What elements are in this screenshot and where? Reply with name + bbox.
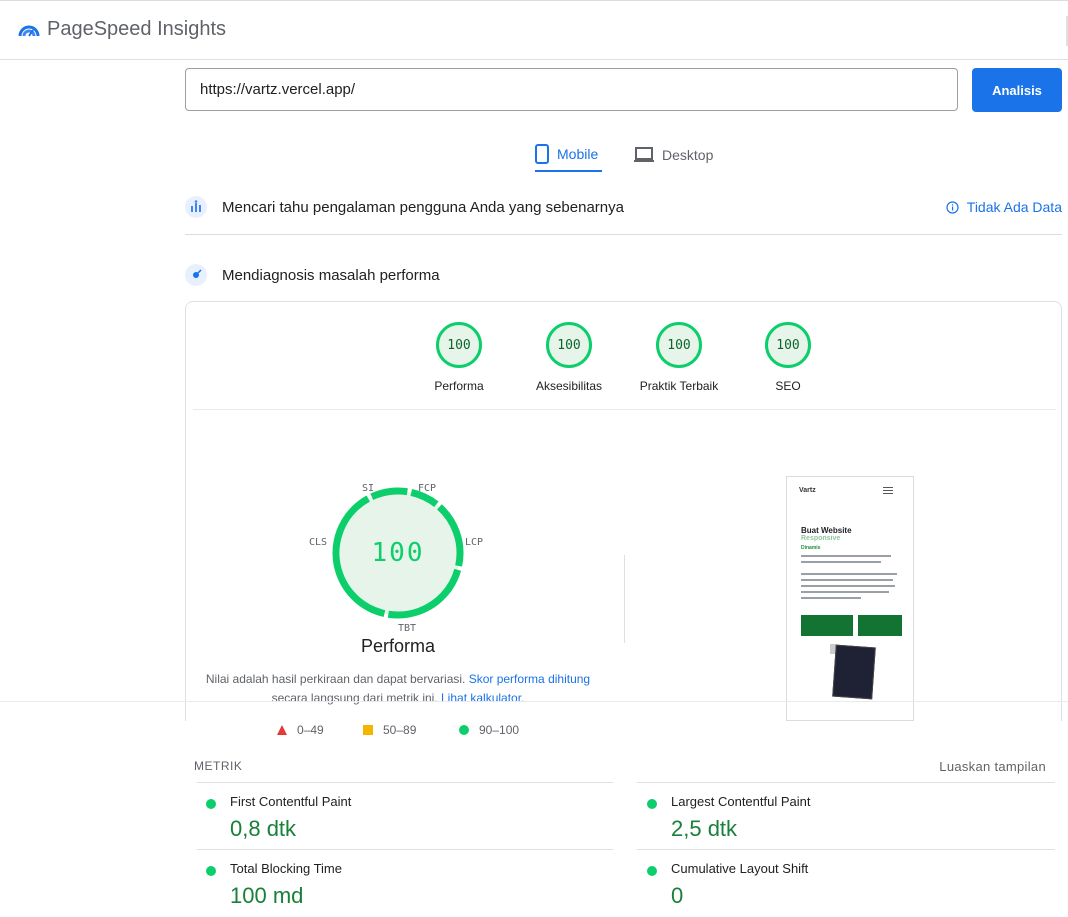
preview-text-line [801, 591, 889, 593]
users-icon [185, 196, 207, 218]
info-icon [946, 200, 959, 214]
circle-icon [459, 725, 469, 735]
preview-text-line [801, 573, 897, 575]
metric-value: 0 [671, 883, 684, 908]
pass-indicator [647, 799, 657, 809]
square-icon [363, 725, 373, 735]
gauge-tag-tbt: TBT [398, 623, 417, 634]
legend-pass-label: 90–100 [479, 723, 520, 737]
card-divider [193, 409, 1056, 410]
preview-menu-icon [883, 487, 893, 494]
metrics-divider [197, 849, 613, 850]
diagnostics-section: Mendiagnosis masalah performa [185, 260, 1062, 290]
gauge-tag-lcp: LCP [465, 537, 484, 548]
tab-mobile[interactable]: Mobile [535, 138, 602, 172]
field-data-title: Mencari tahu pengalaman pengguna Anda ya… [222, 198, 624, 216]
no-data-label: Tidak Ada Data [966, 199, 1062, 215]
triangle-icon [277, 725, 287, 735]
tab-mobile-label: Mobile [557, 146, 599, 162]
viewport-edge [0, 701, 1068, 702]
metric-name: Total Blocking Time [230, 861, 342, 876]
legend-average-label: 50–89 [383, 723, 417, 737]
score-label-accessibility: Aksesibilitas [535, 379, 603, 393]
metric-value: 100 md [230, 883, 304, 908]
score-label-seo: SEO [775, 379, 801, 393]
app-header: PageSpeed Insights [0, 0, 1068, 60]
pass-indicator [206, 866, 216, 876]
analyze-button[interactable]: Analisis [972, 68, 1062, 112]
gauge-tag-cls: CLS [309, 537, 328, 548]
metric-cls: Cumulative Layout Shift 0 [647, 861, 1047, 911]
metric-name: Largest Contentful Paint [671, 794, 811, 809]
metrics-divider [197, 782, 613, 783]
score-label-performance: Performa [434, 379, 484, 393]
note-text-1: Nilai adalah hasil perkiraan dan dapat b… [205, 672, 469, 686]
field-data-section: Mencari tahu pengalaman pengguna Anda ya… [185, 192, 1062, 222]
gauge-tag-fcp: FCP [418, 483, 437, 494]
preview-logo: Vartz [799, 487, 816, 494]
preview-button [858, 615, 902, 636]
no-data-link[interactable]: Tidak Ada Data [946, 199, 1062, 215]
metrics-divider [637, 782, 1055, 783]
metric-name: First Contentful Paint [230, 794, 352, 809]
mobile-icon [535, 144, 549, 164]
preview-button [801, 615, 853, 636]
preview-text-line [801, 561, 881, 563]
section-divider [185, 234, 1062, 235]
legend-pass: 90–100 [459, 723, 519, 737]
url-input[interactable] [185, 68, 958, 111]
metric-fcp: First Contentful Paint 0,8 dtk [206, 794, 606, 844]
score-gauge-performance[interactable]: 100 [436, 322, 482, 368]
score-label-best-practices: Praktik Terbaik [639, 379, 719, 393]
preview-text-line [801, 555, 891, 557]
calculator-link[interactable]: Lihat kalkulator [441, 691, 521, 705]
page-screenshot[interactable]: Vartz Buat Website Responsive Dinamis [786, 476, 914, 721]
performance-score: 100 [371, 538, 425, 568]
score-gauge-accessibility[interactable]: 100 [546, 322, 592, 368]
metrics-divider [637, 849, 1055, 850]
metric-lcp: Largest Contentful Paint 2,5 dtk [647, 794, 1047, 844]
pass-indicator [647, 866, 657, 876]
app-title[interactable]: PageSpeed Insights [47, 18, 226, 41]
score-calc-link[interactable]: Skor performa dihitung [469, 672, 590, 686]
preview-text-line [801, 579, 893, 581]
preview-text-line [801, 585, 895, 587]
pagespeed-logo-icon[interactable] [17, 18, 41, 42]
gauge-tag-si: SI [362, 483, 375, 494]
performance-label: Performa [360, 636, 436, 656]
note-text-2: secara langsung dari metrik ini. [271, 691, 441, 705]
laptop-icon [634, 147, 654, 162]
score-gauge-best-practices[interactable]: 100 [656, 322, 702, 368]
vertical-separator [624, 555, 625, 643]
metric-value: 0,8 dtk [230, 816, 297, 841]
metrics-header: METRIK [194, 759, 243, 773]
preview-headline: Buat Website [801, 526, 852, 535]
lightning-icon [185, 264, 207, 286]
preview-text-line [801, 597, 861, 599]
legend-fail-label: 0–49 [297, 723, 324, 737]
note-text-3: . [521, 691, 525, 705]
score-note: Nilai adalah hasil perkiraan dan dapat b… [205, 670, 591, 708]
tab-desktop[interactable]: Desktop [634, 138, 724, 172]
score-gauge-seo[interactable]: 100 [765, 322, 811, 368]
preview-subheadline: Dinamis [801, 545, 821, 551]
report-card [185, 301, 1062, 721]
metric-value: 2,5 dtk [671, 816, 738, 841]
legend-average: 50–89 [363, 723, 416, 737]
preview-headline-2: Responsive [801, 535, 841, 542]
pass-indicator [206, 799, 216, 809]
metric-tbt: Total Blocking Time 100 md [206, 861, 606, 911]
metric-name: Cumulative Layout Shift [671, 861, 809, 876]
expand-view-button[interactable]: Luaskan tampilan [939, 759, 1046, 774]
tab-desktop-label: Desktop [662, 147, 714, 163]
diagnostics-title: Mendiagnosis masalah performa [222, 266, 440, 284]
legend-fail: 0–49 [277, 723, 324, 737]
preview-image [832, 644, 876, 700]
